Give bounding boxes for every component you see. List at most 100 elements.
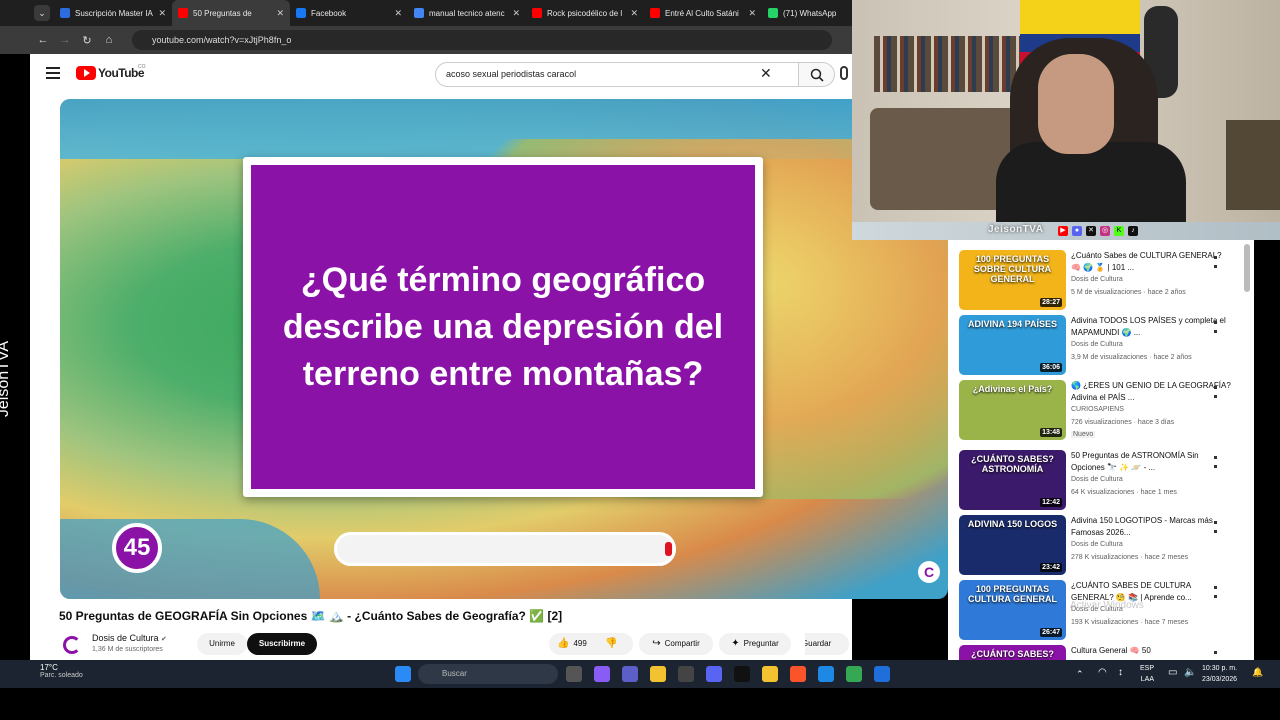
tiktok-icon[interactable]	[734, 666, 750, 682]
more-options-icon[interactable]	[1214, 456, 1217, 468]
volume-icon[interactable]: 🔈	[1184, 667, 1196, 678]
sidebar-scrollbar[interactable]	[1244, 244, 1250, 292]
youtube-header: YouTube CO acoso sexual periodistas cara…	[30, 54, 852, 94]
clock[interactable]: 10:30 p. m. 23/03/2026	[1202, 663, 1237, 685]
video-player[interactable]: ¿Qué término geográfico describe una dep…	[60, 99, 948, 599]
discord-icon[interactable]	[706, 666, 722, 682]
recommendation-title[interactable]: Adivina 150 LOGOTIPOS - Marcas más Famos…	[1071, 515, 1231, 539]
tab-close-icon[interactable]: ✕	[158, 8, 166, 19]
task-view-icon[interactable]	[566, 666, 582, 682]
dislike-icon[interactable]: 👎	[605, 633, 617, 655]
recommendation-title[interactable]: Cultura General 🧠 50	[1071, 645, 1231, 657]
search-button[interactable]	[799, 62, 835, 87]
more-options-icon[interactable]	[1214, 256, 1217, 268]
brave-icon[interactable]	[790, 666, 806, 682]
recommendation-item[interactable]: 100 PREGUNTAS SOBRE CULTURA GENERAL 28:27…	[959, 250, 1249, 312]
url-field[interactable]: youtube.com/watch?v=xJtjPh8fn_o	[132, 30, 832, 50]
more-options-icon[interactable]	[1214, 651, 1217, 660]
browser-tab[interactable]: Entré Al Culto Satáni ✕	[644, 0, 762, 26]
back-icon[interactable]: ←	[32, 34, 54, 46]
language-indicator[interactable]: ESP LAA	[1140, 663, 1154, 685]
browser-tab[interactable]: 50 Preguntas de ✕	[172, 0, 290, 26]
copilot-icon[interactable]	[594, 666, 610, 682]
more-options-icon[interactable]	[1214, 386, 1217, 398]
taskbar-search[interactable]: Buscar	[418, 664, 558, 684]
recommendation-item[interactable]: ADIVINA 150 LOGOS 23:42 Adivina 150 LOGOTI…	[959, 515, 1249, 577]
save-button[interactable]: ⌑Guardar	[805, 633, 849, 655]
start-icon[interactable]	[395, 666, 411, 682]
tab-close-icon[interactable]: ✕	[276, 8, 284, 19]
recommendation-channel[interactable]: Dosis de Cultura	[1071, 476, 1123, 483]
weather-widget[interactable]: 17°C Parc. soleado	[40, 663, 83, 679]
weather-temp: 17°C	[40, 663, 58, 672]
chrome-icon[interactable]	[846, 666, 862, 682]
settings-icon[interactable]	[678, 666, 694, 682]
tab-list: Suscripción Master IA ✕ 50 Preguntas de ✕ Fa…	[54, 0, 880, 26]
tab-title: Suscripción Master IA	[75, 8, 153, 18]
tab-close-icon[interactable]: ✕	[512, 8, 520, 19]
recommendation-item[interactable]: ¿CUÁNTO SABES? Cultura General 🧠 50	[959, 645, 1249, 660]
like-count[interactable]: 499	[573, 639, 586, 648]
channel-name[interactable]: Dosis de Cultura ✔	[92, 633, 167, 643]
browser-tab[interactable]: Facebook ✕	[290, 0, 408, 26]
search-input[interactable]: acoso sexual periodistas caracol	[435, 62, 799, 87]
recommendation-thumbnail[interactable]: ¿CUÁNTO SABES?	[959, 645, 1066, 660]
file-explorer-icon[interactable]	[650, 666, 666, 682]
subscribe-button[interactable]: Suscribirme	[247, 633, 317, 655]
notification-icon[interactable]: 🔔	[1252, 667, 1263, 678]
recommendation-title[interactable]: 🌎 ¿ERES UN GENIO DE LA GEOGRAFÍA? Adivin…	[1071, 380, 1231, 404]
recommendation-title[interactable]: Adivina TODOS LOS PAÍSES y completa el M…	[1071, 315, 1231, 339]
edge-icon[interactable]	[818, 666, 834, 682]
share-button[interactable]: ↪ Compartir	[639, 633, 713, 655]
menu-icon[interactable]	[46, 67, 60, 79]
app-icon[interactable]	[762, 666, 778, 682]
join-button[interactable]: Unirme	[197, 633, 247, 655]
obs-icon[interactable]	[874, 666, 890, 682]
recommendation-item[interactable]: ¿CUÁNTO SABES? ASTRONOMÍA 12:42 50 Pregunt…	[959, 450, 1249, 512]
recommendation-thumbnail[interactable]: ¿CUÁNTO SABES? ASTRONOMÍA 12:42	[959, 450, 1066, 510]
wifi-icon[interactable]: ◠	[1098, 667, 1107, 678]
tab-close-icon[interactable]: ✕	[394, 8, 402, 19]
recommendation-item[interactable]: ¿Adivinas el País? 13:48 🌎 ¿ERES UN GENIO …	[959, 380, 1249, 442]
more-options-icon[interactable]	[1214, 521, 1217, 533]
action-overflow: ⌑Guardar	[805, 632, 852, 660]
recommendation-thumbnail[interactable]: ¿Adivinas el País? 13:48	[959, 380, 1066, 440]
tab-favicon-icon	[650, 8, 660, 18]
recommendation-channel[interactable]: CURIOSAPIENS	[1071, 406, 1124, 413]
channel-avatar[interactable]	[63, 636, 81, 654]
recommendation-title[interactable]: ¿Cuánto Sabes de CULTURA GENERAL? 🧠 🌍 🏅 …	[1071, 250, 1231, 274]
recommendation-title[interactable]: 50 Preguntas de ASTRONOMÍA Sin Opciones …	[1071, 450, 1231, 474]
recommendation-channel[interactable]: Dosis de Cultura	[1071, 276, 1123, 283]
tab-favicon-icon	[296, 8, 306, 18]
clear-search-icon[interactable]: ✕	[760, 65, 772, 82]
browser-tab[interactable]: Suscripción Master IA ✕	[54, 0, 172, 26]
recommendation-thumbnail[interactable]: 100 PREGUNTAS CULTURA GENERAL 26:47	[959, 580, 1066, 640]
home-icon[interactable]: ⌂	[98, 34, 120, 46]
recommendation-channel[interactable]: Dosis de Cultura	[1071, 341, 1123, 348]
youtube-social-icon: ▶	[1058, 226, 1068, 236]
tab-close-icon[interactable]: ✕	[630, 8, 638, 19]
forward-icon[interactable]: →	[54, 34, 76, 46]
browser-tab[interactable]: manual tecnico atenc ✕	[408, 0, 526, 26]
recommendation-item[interactable]: 100 PREGUNTAS CULTURA GENERAL 26:47 ¿CUÁNT…	[959, 580, 1249, 642]
recommendation-item[interactable]: ADIVINA 194 PAÍSES 36:06 Adivina TODOS LOS…	[959, 315, 1249, 377]
network-icon[interactable]: ↕	[1118, 667, 1123, 678]
reload-icon[interactable]: ↻	[76, 34, 98, 47]
recommendation-meta: 193 K visualizaciones · hace 7 meses	[1071, 619, 1189, 626]
recommendation-thumbnail[interactable]: ADIVINA 150 LOGOS 23:42	[959, 515, 1066, 575]
tray-chevron-icon[interactable]: ⌃	[1076, 669, 1084, 680]
more-options-icon[interactable]	[1214, 586, 1217, 598]
recommendation-channel[interactable]: Dosis de Cultura	[1071, 541, 1123, 548]
like-icon[interactable]: 👍	[557, 633, 569, 655]
recommendation-thumbnail[interactable]: 100 PREGUNTAS SOBRE CULTURA GENERAL 28:27	[959, 250, 1066, 310]
ask-button[interactable]: ✦ Preguntar	[719, 633, 791, 655]
tab-search-icon[interactable]: ⌄	[34, 5, 50, 21]
display-icon[interactable]: ▭	[1168, 667, 1177, 678]
tab-close-icon[interactable]: ✕	[748, 8, 756, 19]
more-options-icon[interactable]	[1214, 321, 1217, 333]
microphone-icon[interactable]	[840, 66, 848, 80]
recommendation-thumbnail[interactable]: ADIVINA 194 PAÍSES 36:06	[959, 315, 1066, 375]
youtube-logo-icon[interactable]	[76, 66, 96, 80]
teams-icon[interactable]	[622, 666, 638, 682]
browser-tab[interactable]: Rock psicodélico de l ✕	[526, 0, 644, 26]
